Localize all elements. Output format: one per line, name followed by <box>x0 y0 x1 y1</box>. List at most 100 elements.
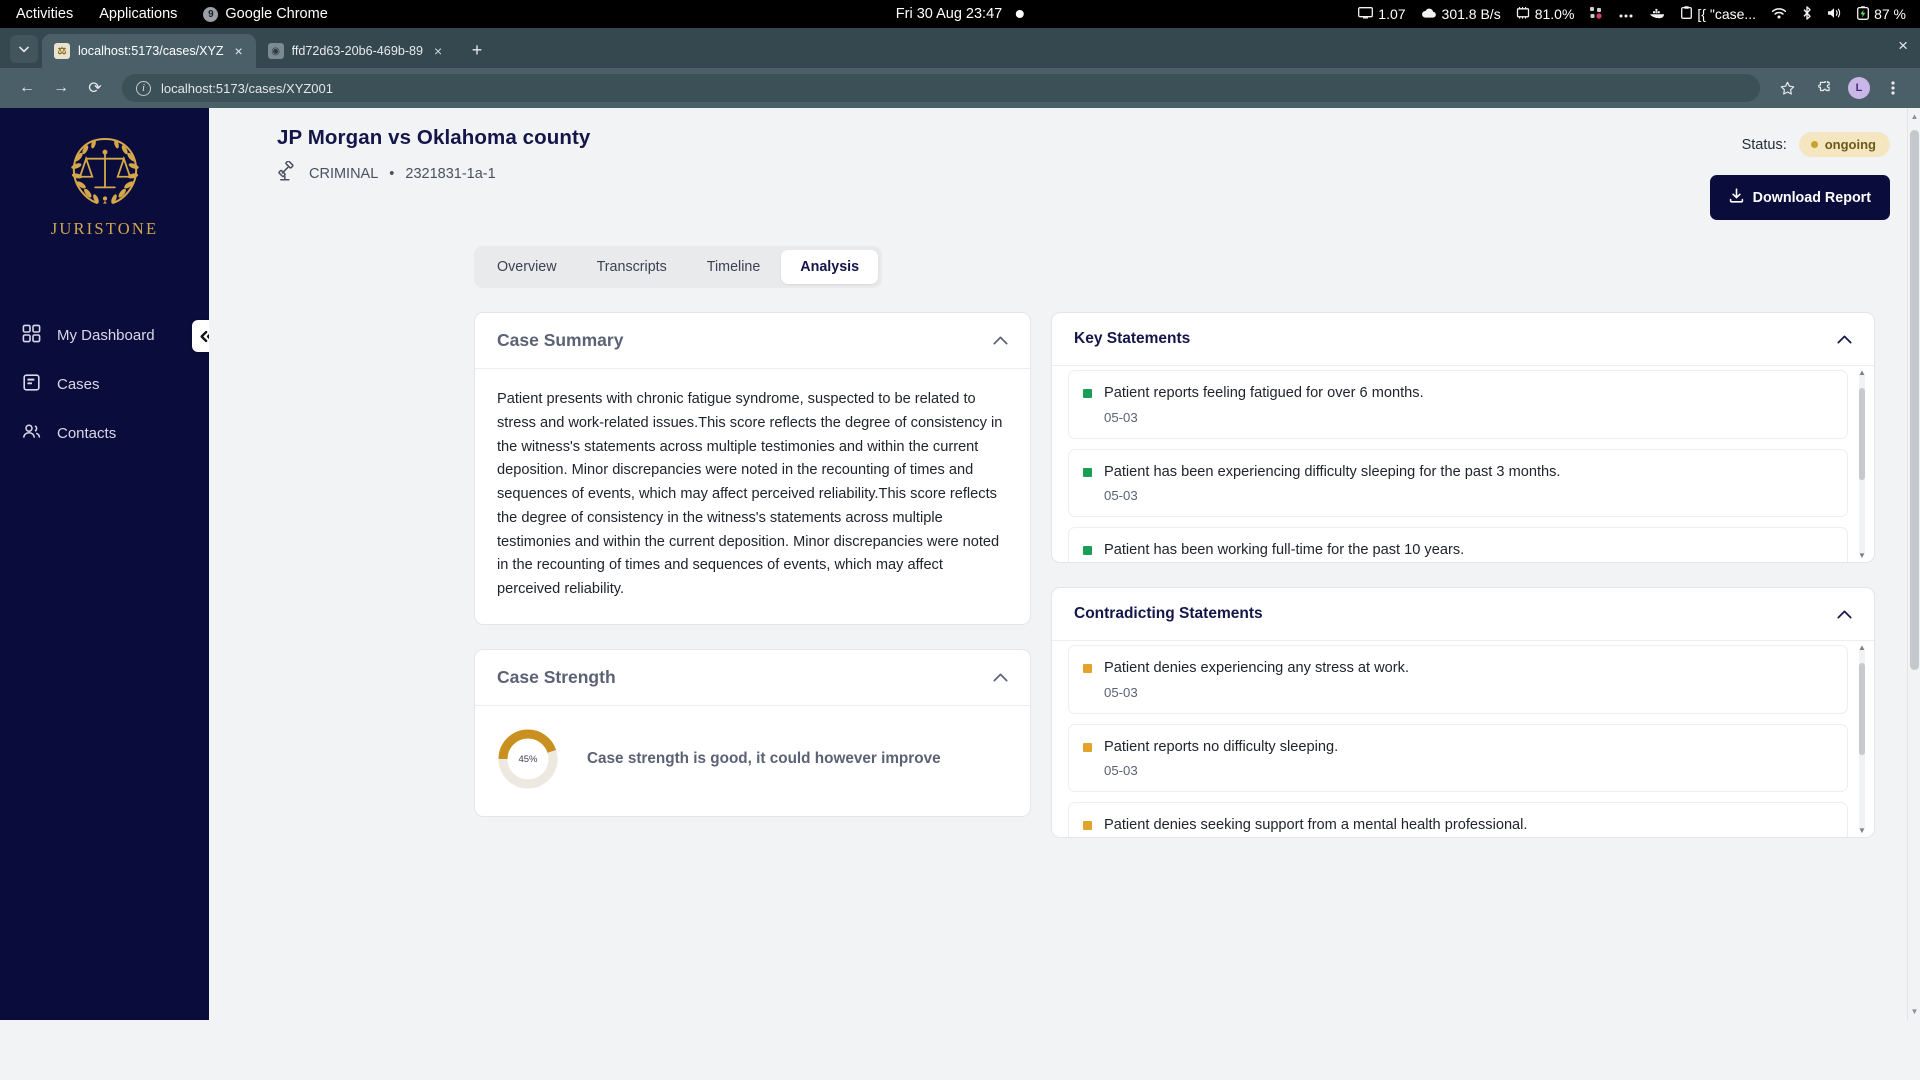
key-statements-scrollbar[interactable] <box>1859 372 1865 556</box>
bluetooth-icon[interactable] <box>1802 5 1812 23</box>
scrollbar-thumb[interactable] <box>1859 388 1865 480</box>
tab-search-button[interactable] <box>10 35 38 63</box>
active-app-label: Google Chrome <box>225 6 328 22</box>
case-meta-separator: • <box>389 165 395 182</box>
statement-text: Patient has been experiencing difficulty… <box>1104 463 1561 480</box>
list-item[interactable]: Patient reports no difficulty sleeping. … <box>1068 723 1848 793</box>
browser-tab-secondary[interactable]: ◉ ffd72d63-20b6-469b-89 × <box>256 34 455 68</box>
chrome-icon: 9 <box>203 6 219 22</box>
list-item[interactable]: Patient has been experiencing difficulty… <box>1068 448 1848 518</box>
star-icon[interactable] <box>1772 73 1802 103</box>
contradicting-statements-title: Contradicting Statements <box>1074 605 1263 622</box>
kebab-menu-icon[interactable] <box>1878 73 1908 103</box>
info-circle-icon[interactable]: i <box>136 80 151 96</box>
tray-cpu[interactable]: 81.0% <box>1516 6 1575 22</box>
list-item[interactable]: Patient denies experiencing any stress a… <box>1068 645 1848 714</box>
new-tab-button[interactable]: + <box>463 36 491 64</box>
app-grid-icon[interactable] <box>1589 6 1603 23</box>
tray-clipboard-text: [{ "case... <box>1697 6 1757 22</box>
chevron-up-icon[interactable] <box>993 333 1008 348</box>
case-strength-title: Case Strength <box>497 667 616 688</box>
sidebar-item-contacts[interactable]: Contacts <box>0 409 209 458</box>
clock-area[interactable]: Fri 30 Aug 23:47 <box>896 6 1025 22</box>
download-icon <box>1729 188 1744 207</box>
statement-marker-icon <box>1083 389 1092 398</box>
key-statements-card: Key Statements Patient reports feeling f… <box>1051 312 1875 563</box>
display-icon <box>1358 6 1374 22</box>
scroll-up-arrow-icon[interactable]: ▲ <box>1857 643 1867 652</box>
close-tab-icon[interactable]: × <box>431 43 445 59</box>
case-summary-header[interactable]: Case Summary <box>475 313 1030 369</box>
applications-menu[interactable]: Applications <box>99 6 177 22</box>
forward-button[interactable]: → <box>46 73 76 103</box>
close-tab-icon[interactable]: × <box>232 43 246 59</box>
tab-transcripts[interactable]: Transcripts <box>578 250 686 284</box>
chevron-up-icon[interactable] <box>1837 332 1852 347</box>
statement-date: 05-03 <box>1104 763 1138 779</box>
status-row: Status: ongoing <box>1710 132 1890 157</box>
browser-tab-active[interactable]: ⚖ localhost:5173/cases/XYZ × <box>42 34 256 68</box>
tray-battery[interactable]: 87 % <box>1857 5 1906 23</box>
profile-avatar[interactable]: L <box>1848 77 1870 99</box>
sidebar: JURISTONE My Dashboard Cases Contacts <box>0 108 222 1020</box>
volume-icon[interactable] <box>1827 6 1842 22</box>
page-scrollbar-thumb[interactable] <box>1910 130 1919 670</box>
docker-whale-icon[interactable] <box>1649 6 1666 22</box>
tray-battery-text: 87 % <box>1874 6 1906 22</box>
sidebar-item-my-dashboard[interactable]: My Dashboard <box>0 311 209 360</box>
panels-grid: Case Summary Patient presents with chron… <box>209 288 1920 862</box>
address-bar[interactable]: i localhost:5173/cases/XYZ001 <box>122 74 1760 102</box>
statement-text: Patient reports no difficulty sleeping. <box>1104 738 1339 755</box>
page-scroll-up-icon[interactable]: ▲ <box>1910 112 1919 121</box>
chevron-up-icon[interactable] <box>1837 607 1852 622</box>
case-type: CRIMINAL <box>309 165 379 182</box>
tab-analysis[interactable]: Analysis <box>781 250 879 284</box>
tray-clipboard[interactable]: [{ "case... <box>1681 6 1756 22</box>
case-header: JP Morgan vs Oklahoma county CRIMINAL • … <box>209 108 1920 220</box>
browser-tab-title: localhost:5173/cases/XYZ <box>78 44 224 58</box>
page-scrollbar[interactable]: ▲ ▼ <box>1907 108 1920 1020</box>
status-badge: ongoing <box>1798 132 1890 157</box>
scroll-up-arrow-icon[interactable]: ▲ <box>1857 368 1867 377</box>
sidebar-item-cases[interactable]: Cases <box>0 360 209 409</box>
active-app-indicator[interactable]: 9 Google Chrome <box>203 6 328 22</box>
download-report-button[interactable]: Download Report <box>1709 175 1890 220</box>
case-summary-card: Case Summary Patient presents with chron… <box>474 312 1031 626</box>
case-meta: CRIMINAL • 2321831-1a-1 <box>277 160 1710 186</box>
page-scroll-down-icon[interactable]: ▼ <box>1910 1007 1919 1016</box>
list-item[interactable]: Patient denies seeking support from a me… <box>1068 802 1848 837</box>
brand-logo[interactable]: JURISTONE <box>0 108 209 239</box>
wifi-icon[interactable] <box>1771 6 1787 22</box>
tab-overview[interactable]: Overview <box>478 250 576 284</box>
ellipsis-icon[interactable] <box>1618 6 1634 22</box>
reload-button[interactable]: ⟳ <box>80 73 110 103</box>
browser-window: ⚖ localhost:5173/cases/XYZ × ◉ ffd72d63-… <box>0 28 1920 108</box>
scroll-down-arrow-icon[interactable]: ▼ <box>1857 551 1867 560</box>
key-statements-header[interactable]: Key Statements <box>1052 313 1874 366</box>
case-file-icon <box>22 373 41 396</box>
list-item[interactable]: Patient reports feeling fatigued for ove… <box>1068 370 1848 439</box>
contradicting-statements-header[interactable]: Contradicting Statements <box>1052 588 1874 641</box>
statement-marker-icon <box>1083 742 1092 752</box>
scroll-down-arrow-icon[interactable]: ▼ <box>1857 826 1867 835</box>
statement-date: 05-03 <box>1104 488 1138 504</box>
puzzle-icon[interactable] <box>1810 73 1840 103</box>
tray-cpu-text: 81.0% <box>1534 6 1575 22</box>
case-number: 2321831-1a-1 <box>405 165 496 182</box>
statement-date: 05-03 <box>1104 684 1138 700</box>
statement-date: 05-03 <box>1104 409 1138 425</box>
list-item[interactable]: Patient has been working full-time for t… <box>1068 527 1848 562</box>
back-button[interactable]: ← <box>12 73 42 103</box>
tray-display[interactable]: 1.07 <box>1358 6 1406 22</box>
case-strength-header[interactable]: Case Strength <box>475 650 1030 707</box>
key-statements-title: Key Statements <box>1074 330 1191 347</box>
scrollbar-thumb[interactable] <box>1859 663 1865 755</box>
statement-marker-icon <box>1083 467 1092 477</box>
window-close-button[interactable]: × <box>1898 36 1908 56</box>
tray-network[interactable]: 301.8 B/s <box>1421 6 1501 22</box>
chevron-up-icon[interactable] <box>993 670 1008 685</box>
activities-button[interactable]: Activities <box>16 6 73 22</box>
tab-timeline[interactable]: Timeline <box>688 250 780 284</box>
contradicting-statements-scrollbar[interactable] <box>1859 647 1865 831</box>
tray-display-text: 1.07 <box>1378 6 1406 22</box>
